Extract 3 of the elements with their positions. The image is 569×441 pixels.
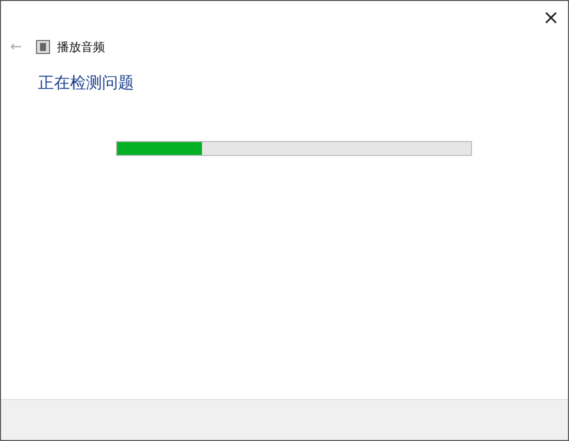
window-title: 播放音频 xyxy=(57,39,105,56)
close-button[interactable]: × xyxy=(535,1,567,33)
heading: 正在检测问题 xyxy=(38,72,135,94)
